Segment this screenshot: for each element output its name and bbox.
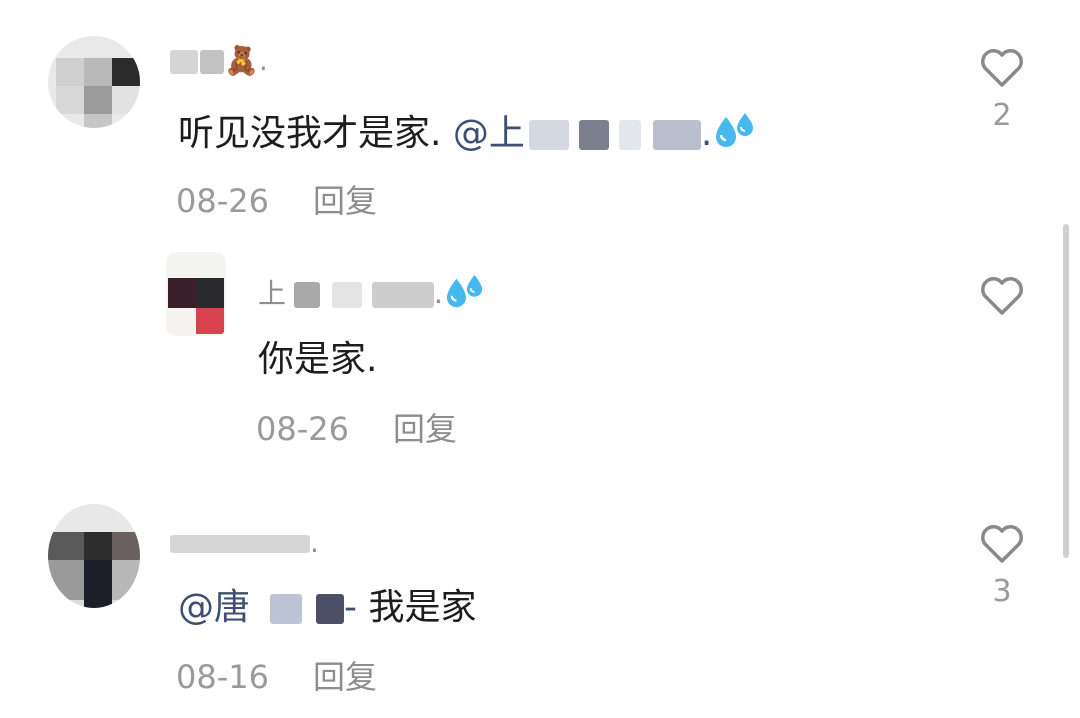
- commenter-avatar[interactable]: [48, 504, 140, 608]
- reply-meta: 08-26 回复: [256, 404, 457, 450]
- reply-date: 08-26: [256, 410, 349, 448]
- blurred-name: [170, 50, 198, 74]
- mention-link[interactable]: @唐 -: [178, 587, 357, 628]
- replier-avatar[interactable]: [166, 252, 226, 336]
- reply-button[interactable]: 回复: [393, 410, 457, 448]
- blurred-name: [170, 535, 310, 553]
- like-button[interactable]: 3: [976, 524, 1028, 609]
- replier-name[interactable]: 上.: [258, 272, 487, 318]
- comment-text: 听见没我才是家. @上.: [178, 104, 758, 160]
- like-count: 3: [992, 574, 1012, 609]
- comment-date: 08-16: [176, 658, 269, 696]
- commenter-name[interactable]: .: [170, 526, 319, 559]
- comment-text: @唐 - 我是家: [178, 587, 477, 628]
- comment-meta: 08-16 回复: [176, 652, 377, 698]
- sweat-droplets-emoji: [712, 111, 758, 160]
- scrollbar[interactable]: [1063, 224, 1069, 558]
- reply-text: 你是家.: [258, 339, 378, 380]
- like-button[interactable]: [976, 276, 1028, 316]
- like-count: 2: [992, 98, 1012, 133]
- heart-outline-icon: [981, 49, 1023, 87]
- mention-link[interactable]: @上.: [453, 113, 712, 154]
- like-button[interactable]: 2: [976, 48, 1028, 133]
- commenter-avatar[interactable]: [48, 36, 140, 128]
- commenter-name[interactable]: 🧸.: [170, 44, 268, 77]
- comment-meta: 08-26 回复: [176, 176, 377, 222]
- comment-date: 08-26: [176, 182, 269, 220]
- reply-button[interactable]: 回复: [313, 658, 377, 696]
- name-suffix: 🧸.: [224, 44, 268, 77]
- heart-outline-icon: [981, 525, 1023, 563]
- heart-outline-icon: [981, 277, 1023, 315]
- sweat-droplets-emoji: [443, 273, 487, 318]
- reply-button[interactable]: 回复: [313, 182, 377, 220]
